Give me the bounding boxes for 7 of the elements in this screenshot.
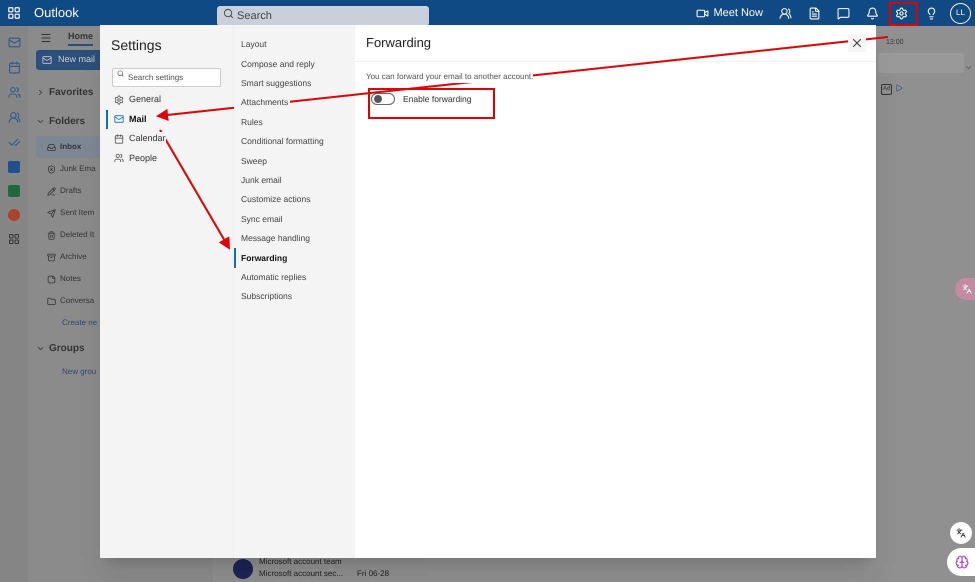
- app-name: Outlook: [34, 4, 80, 22]
- message-sender: Microsoft account team: [259, 556, 343, 568]
- page-title: Forwarding: [366, 34, 432, 52]
- description-text: You can forward your email to another account.: [366, 71, 534, 83]
- message-date: Fri 06-28: [357, 568, 390, 580]
- toggle-label: Enable forwarding: [403, 93, 472, 106]
- message-subject: Microsoft account sec...: [259, 568, 344, 580]
